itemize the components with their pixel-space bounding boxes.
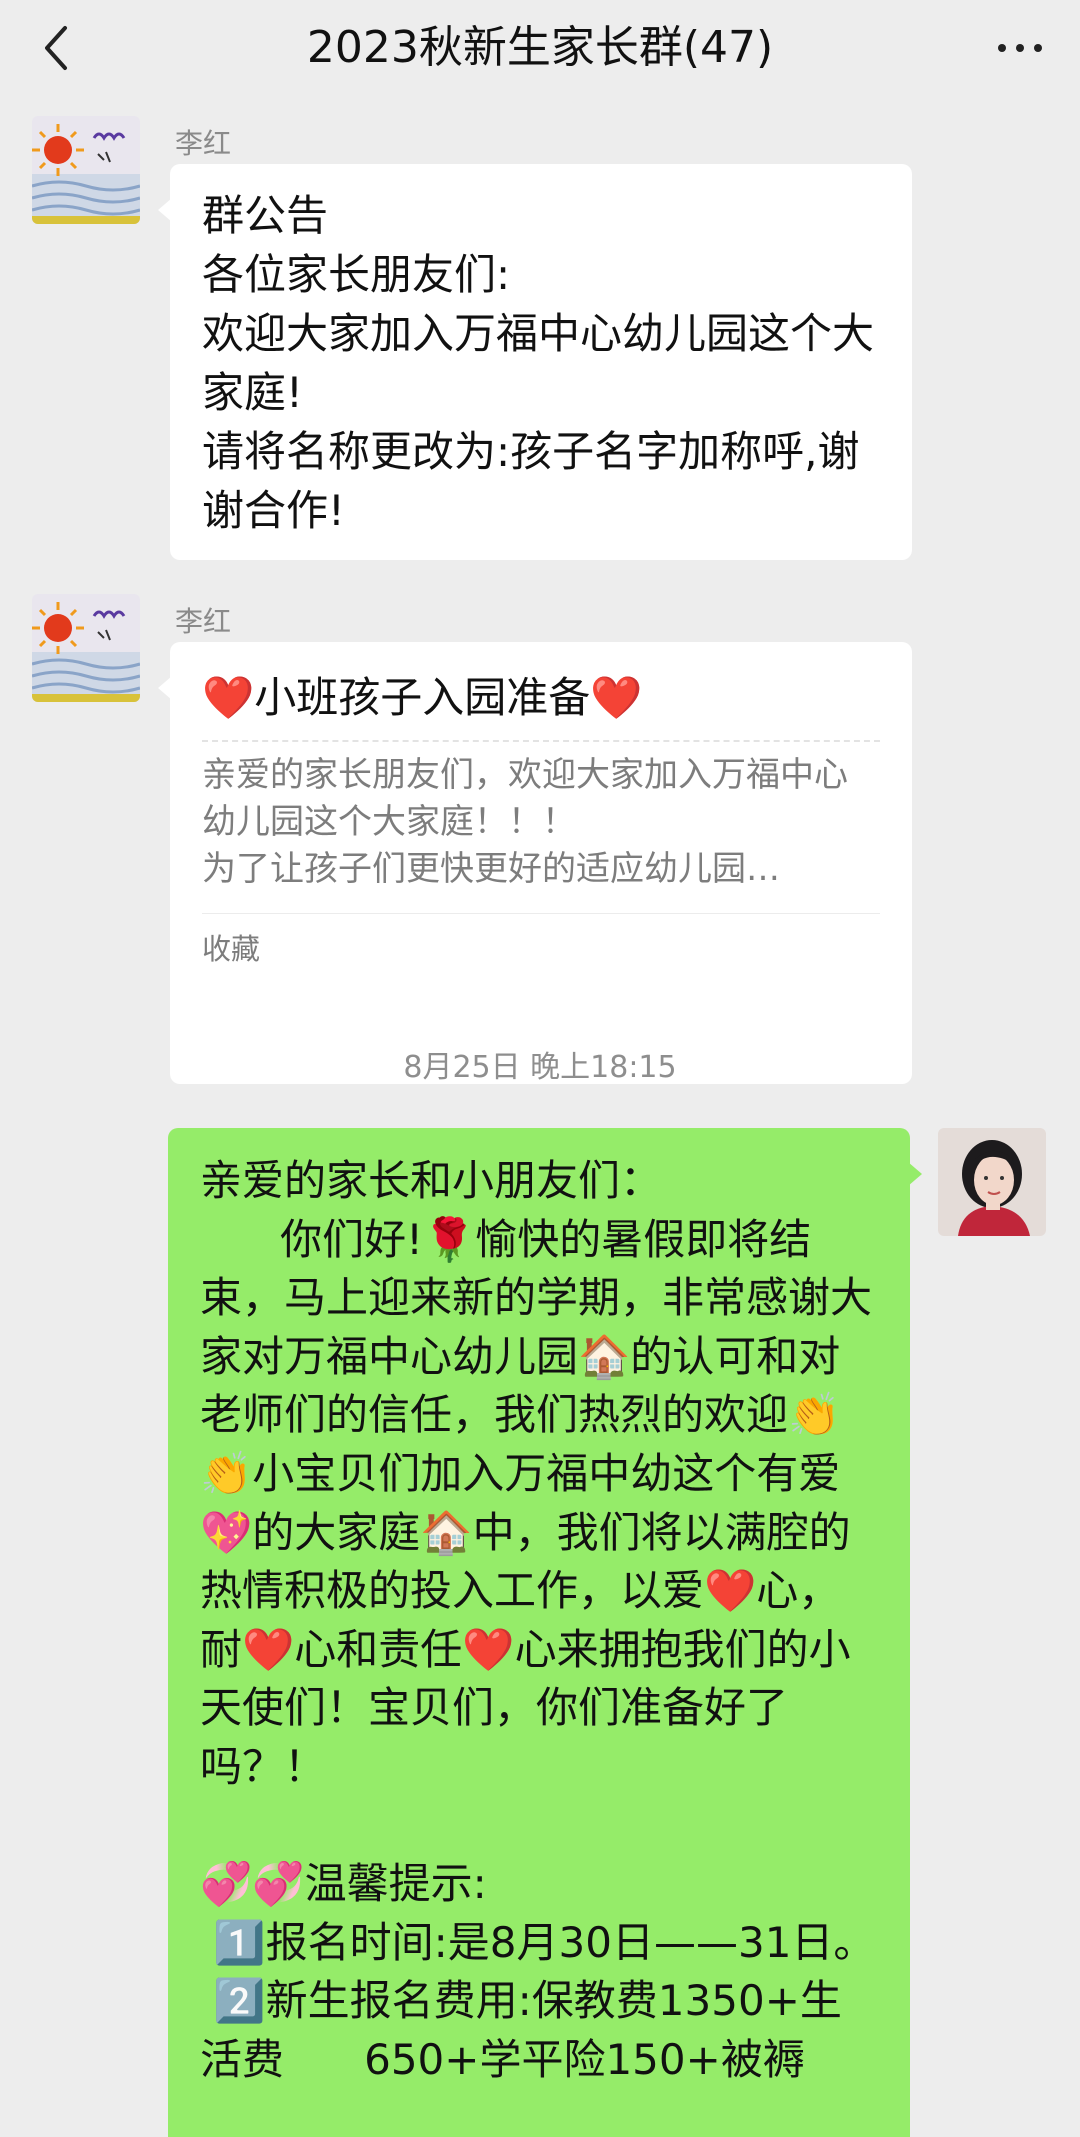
timestamp: 8月25日 晚上18:15 [403, 1050, 677, 1085]
sun-drawing-avatar-icon [32, 594, 140, 702]
sender-name: 李红 [175, 605, 232, 638]
chevron-left-icon [45, 26, 67, 70]
more-dot [1034, 44, 1042, 52]
card-source-label: 收藏 [202, 932, 261, 966]
card-divider [202, 740, 880, 742]
sender-name: 李红 [175, 127, 232, 160]
favorite-card-bubble[interactable]: ❤️小班孩子入园准备❤️ 亲爱的家长朋友们，欢迎大家加入万福中心幼儿园这个大家庭… [158, 642, 912, 1084]
card-preview: 亲爱的家长朋友们，欢迎大家加入万福中心幼儿园这个大家庭！！！ 为了让孩子们更快更… [202, 755, 848, 889]
more-dot [1016, 44, 1024, 52]
card-title: ❤️小班孩子入园准备❤️ [202, 673, 643, 722]
sun-drawing-avatar-icon [32, 116, 140, 224]
more-dots-icon [998, 44, 1006, 52]
chat-title: 2023秋新生家长群(47) [306, 22, 774, 73]
my-avatar[interactable] [938, 1128, 1046, 1236]
bubble-tail [158, 676, 172, 700]
announcement-bubble[interactable]: 群公告 各位家长朋友们: 欢迎大家加入万福中心幼儿园这个大家庭! 请将名称更改为… [158, 164, 912, 560]
more-button[interactable] [988, 20, 1052, 76]
my-message-bubble[interactable]: 亲爱的家长和小朋友们： 你们好!🌹愉快的暑假即将结束，马上迎来新的学期，非常感谢… [168, 1128, 922, 2137]
announcement-text: 群公告 各位家长朋友们: 欢迎大家加入万福中心幼儿园这个大家庭! 请将名称更改为… [202, 191, 875, 535]
sender-avatar[interactable] [32, 116, 140, 224]
back-button[interactable] [28, 20, 84, 76]
woman-portrait-avatar-icon [938, 1128, 1046, 1236]
chat-area[interactable]: 李红 群公告 各位家长朋友们: 欢迎大家加入万福中心幼儿园这个大家庭! 请将名称… [0, 96, 1080, 2137]
bubble-tail [158, 198, 172, 222]
my-message-text: 亲爱的家长和小朋友们： 你们好!🌹愉快的暑假即将结束，马上迎来新的学期，非常感谢… [200, 1156, 876, 2084]
bubble-tail [908, 1162, 922, 1186]
top-bar: 2023秋新生家长群(47) [0, 0, 1080, 96]
sender-avatar[interactable] [32, 594, 140, 702]
